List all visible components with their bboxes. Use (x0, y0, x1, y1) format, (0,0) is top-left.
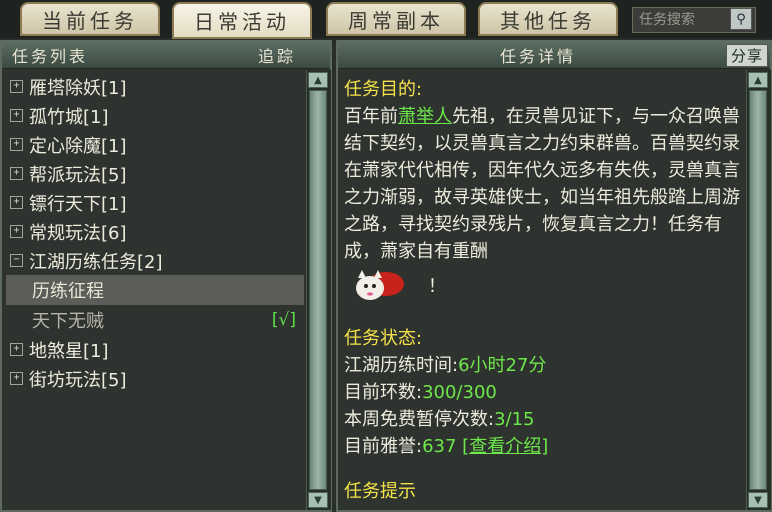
list-item[interactable]: + 街坊玩法[5] (6, 364, 304, 393)
list-item[interactable]: + 孤竹城[1] (6, 101, 304, 130)
npc-link[interactable]: 萧举人 (398, 106, 452, 127)
task-detail-panel: 任务详情 分享 任务目的: 百年前萧举人先祖，在灵兽见证下，与一众召唤兽结下契约… (336, 40, 772, 512)
expand-icon[interactable]: + (10, 167, 23, 180)
list-item-label: 雁塔除妖[1] (29, 77, 127, 99)
hint-heading: 任务提示 (344, 481, 416, 502)
task-detail-title: 任务详情 (500, 47, 577, 66)
task-detail-content: 任务目的: 百年前萧举人先祖，在灵兽见证下，与一众召唤兽结下契约，以灵兽真言之力… (344, 76, 748, 505)
list-item-label: 孤竹城[1] (29, 106, 109, 128)
status-time-row: 江湖历练时间:6小时27分 (344, 355, 547, 376)
tab-other-tasks[interactable]: 其他任务 (478, 2, 618, 36)
subtask-label: 天下无贼 (32, 311, 104, 332)
list-item-label: 江湖历练任务[2] (29, 251, 163, 273)
scroll-down-icon[interactable]: ▼ (308, 492, 328, 508)
subtask-item[interactable]: 天下无贼 [√] (6, 305, 304, 335)
status-ring-row: 目前环数:300/300 (344, 382, 497, 403)
list-item-label: 街坊玩法[5] (29, 369, 127, 391)
task-detail-scrollbar[interactable]: ▲ ▼ (746, 70, 771, 510)
list-item-label: 镖行天下[1] (29, 193, 127, 215)
expand-icon[interactable]: + (10, 109, 23, 122)
scroll-down-icon[interactable]: ▼ (748, 492, 768, 508)
share-button[interactable]: 分享 (725, 43, 768, 67)
emote-row: ！ (344, 265, 748, 307)
list-item-label: 常规玩法[6] (29, 222, 127, 244)
completed-check-icon: [√] (271, 310, 296, 330)
description-end: ！ (428, 275, 446, 297)
task-list-scrollbar[interactable]: ▲ ▼ (306, 70, 331, 510)
expand-icon[interactable]: + (10, 138, 23, 151)
list-item-label: 地煞星[1] (29, 340, 109, 362)
expand-icon[interactable]: + (10, 80, 23, 93)
subtask-label: 历练征程 (32, 281, 104, 302)
tab-daily-activities[interactable]: 日常活动 (172, 2, 312, 39)
task-list: + 雁塔除妖[1] + 孤竹城[1] + 定心除魔[1] + 帮派玩法[5] + 镖行天下… (6, 72, 304, 393)
track-button[interactable]: 追踪 (258, 43, 296, 67)
view-intro-link[interactable]: [查看介绍] (462, 436, 548, 457)
list-item-label: 定心除魔[1] (29, 135, 127, 157)
expand-icon[interactable]: + (10, 372, 23, 385)
cat-emote-icon (356, 270, 404, 300)
scroll-up-icon[interactable]: ▲ (308, 72, 328, 88)
expand-icon[interactable]: + (10, 196, 23, 209)
task-description: 百年前萧举人先祖，在灵兽见证下，与一众召唤兽结下契约，以灵兽真言之力约束群兽。百… (344, 106, 740, 262)
scroll-up-icon[interactable]: ▲ (748, 72, 768, 88)
list-item[interactable]: + 地煞星[1] (6, 335, 304, 364)
list-item[interactable]: + 帮派玩法[5] (6, 159, 304, 188)
task-list-panel: 任务列表 追踪 + 雁塔除妖[1] + 孤竹城[1] + 定心除魔[1] + 帮派玩法[… (0, 40, 332, 512)
status-pause-row: 本周免费暂停次数:3/15 (344, 409, 535, 430)
task-list-title: 任务列表 (12, 47, 89, 66)
task-detail-header: 任务详情 分享 (338, 42, 770, 69)
list-item[interactable]: + 镖行天下[1] (6, 188, 304, 217)
search-icon[interactable]: ⚲ (730, 8, 752, 30)
list-item[interactable]: − 江湖历练任务[2] (6, 246, 304, 275)
tab-bar: 当前任务 日常活动 周常副本 其他任务 任务搜索 ⚲ (0, 0, 772, 39)
goal-heading: 任务目的: (344, 79, 423, 100)
status-heading: 任务状态: (344, 328, 423, 349)
tab-weekly-dungeons[interactable]: 周常副本 (326, 2, 466, 36)
list-item[interactable]: + 定心除魔[1] (6, 130, 304, 159)
status-prestige-row: 目前雅誉:637 [查看介绍] (344, 436, 549, 457)
scroll-thumb[interactable] (749, 90, 767, 490)
subtask-item-selected[interactable]: 历练征程 (6, 275, 304, 305)
tab-current-tasks[interactable]: 当前任务 (20, 2, 160, 36)
list-item[interactable]: + 常规玩法[6] (6, 217, 304, 246)
list-item[interactable]: + 雁塔除妖[1] (6, 72, 304, 101)
expand-icon[interactable]: + (10, 225, 23, 238)
task-list-header: 任务列表 追踪 (2, 42, 330, 69)
collapse-icon[interactable]: − (10, 254, 23, 267)
list-item-label: 帮派玩法[5] (29, 164, 127, 186)
expand-icon[interactable]: + (10, 343, 23, 356)
scroll-thumb[interactable] (309, 90, 327, 490)
